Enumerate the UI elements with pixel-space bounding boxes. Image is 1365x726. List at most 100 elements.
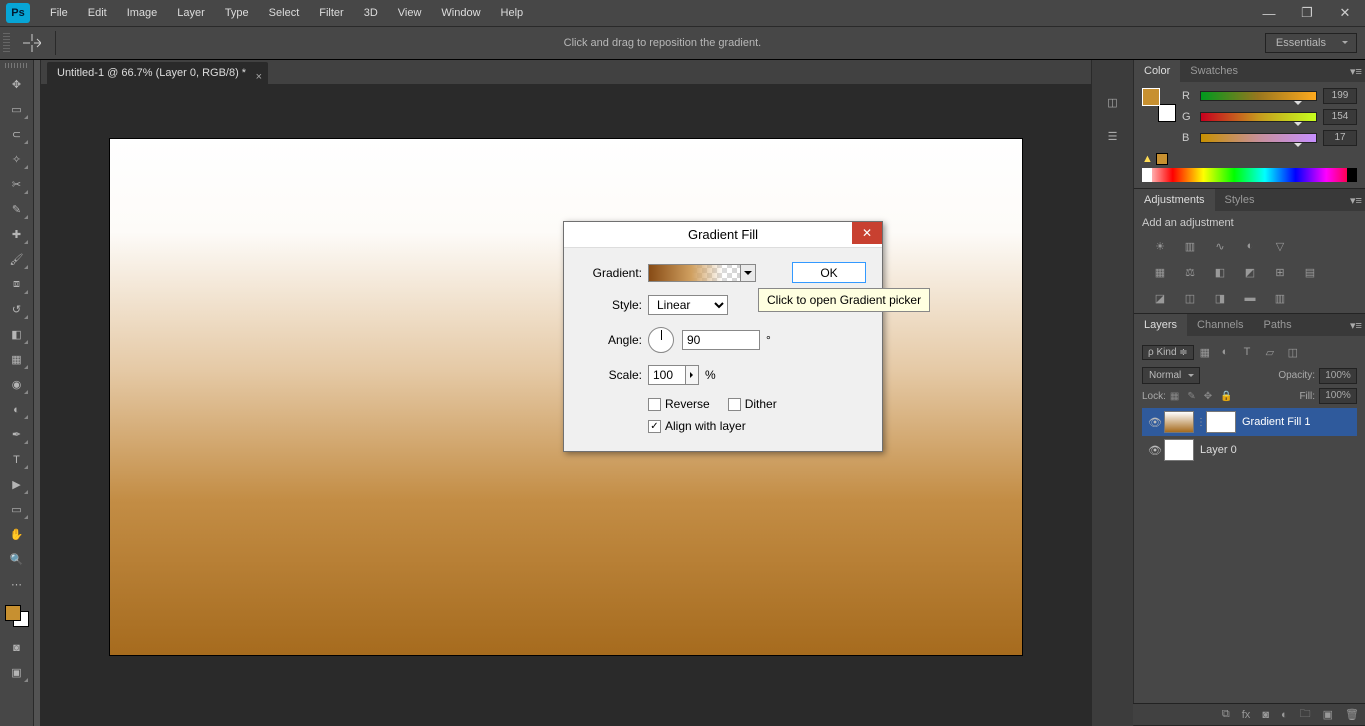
levels-icon[interactable]: ▥ (1180, 237, 1200, 255)
layer-row[interactable]: 👁 ⋮ Gradient Fill 1 (1142, 408, 1357, 436)
eraser-tool-icon[interactable]: ◧ (4, 323, 30, 346)
style-select[interactable]: Linear (648, 295, 728, 315)
menu-select[interactable]: Select (259, 0, 310, 27)
magic-wand-tool-icon[interactable]: ✧ (4, 148, 30, 171)
color-swatch[interactable] (1142, 88, 1176, 122)
hand-tool-icon[interactable]: ✋ (4, 523, 30, 546)
pen-tool-icon[interactable]: ✒ (4, 423, 30, 446)
scale-step-icon[interactable] (685, 365, 699, 385)
filter-kind[interactable]: ρ Kind ≑ (1142, 345, 1194, 360)
dither-checkbox[interactable]: Dither (728, 397, 777, 411)
gradient-dropdown-icon[interactable] (740, 264, 756, 282)
tab-color[interactable]: Color (1134, 60, 1180, 82)
menu-layer[interactable]: Layer (167, 0, 215, 27)
scale-input[interactable] (648, 365, 686, 385)
marquee-tool-icon[interactable]: ▭ (4, 98, 30, 121)
menu-image[interactable]: Image (117, 0, 168, 27)
lock-all-icon[interactable]: 🔒 (1220, 391, 1232, 402)
tab-channels[interactable]: Channels (1187, 314, 1253, 336)
vibrance-icon[interactable]: ▽ (1270, 237, 1290, 255)
g-value[interactable]: 154 (1323, 109, 1357, 125)
bw-icon[interactable]: ◧ (1210, 263, 1230, 281)
mask-icon[interactable]: ◙ (1262, 709, 1269, 721)
menu-file[interactable]: File (40, 0, 78, 27)
angle-input[interactable] (682, 330, 760, 350)
blur-tool-icon[interactable]: ◉ (4, 373, 30, 396)
menu-filter[interactable]: Filter (309, 0, 353, 27)
dodge-tool-icon[interactable]: ◐ (4, 398, 30, 421)
lookup-icon[interactable]: ▤ (1300, 263, 1320, 281)
lock-trans-icon[interactable]: ▦ (1170, 391, 1179, 402)
workspace-button[interactable]: Essentials (1265, 33, 1357, 53)
visibility-icon[interactable]: 👁 (1146, 444, 1164, 457)
fill-value[interactable]: 100% (1319, 388, 1357, 404)
window-close-icon[interactable]: ✕ (1331, 4, 1359, 22)
tab-styles[interactable]: Styles (1215, 189, 1265, 211)
layer-row[interactable]: 👁 Layer 0 (1142, 436, 1357, 464)
filter-adjust-icon[interactable]: ◐ (1222, 346, 1238, 360)
brightness-icon[interactable]: ☀ (1150, 237, 1170, 255)
stamp-tool-icon[interactable]: ⧈ (4, 273, 30, 296)
layer-name[interactable]: Gradient Fill 1 (1242, 416, 1310, 428)
more-tools-icon[interactable]: ⋯ (4, 573, 30, 596)
filter-type-icon[interactable]: T (1244, 346, 1260, 360)
tool-indicator-icon[interactable] (13, 34, 51, 52)
menu-help[interactable]: Help (491, 0, 534, 27)
layer-mask[interactable] (1206, 411, 1236, 433)
curves-icon[interactable]: ∿ (1210, 237, 1230, 255)
align-checkbox[interactable]: ✓Align with layer (648, 419, 746, 433)
r-value[interactable]: 199 (1323, 88, 1357, 104)
lock-pixels-icon[interactable]: ✎ (1187, 391, 1195, 402)
trash-icon[interactable]: 🗑 (1345, 708, 1359, 721)
balance-icon[interactable]: ⚖ (1180, 263, 1200, 281)
layer-thumb[interactable] (1164, 439, 1194, 461)
lock-pos-icon[interactable]: ✥ (1204, 391, 1212, 402)
gradient-picker[interactable] (648, 264, 756, 282)
grip-handle[interactable] (3, 33, 10, 53)
filter-smart-icon[interactable]: ◫ (1288, 346, 1304, 360)
gradient-tool-icon[interactable]: ▦ (4, 348, 30, 371)
menu-type[interactable]: Type (215, 0, 259, 27)
layer-thumb[interactable] (1164, 411, 1194, 433)
zoom-tool-icon[interactable]: 🔍 (4, 548, 30, 571)
group-icon[interactable]: 🗀 (1300, 705, 1311, 724)
gamut-warning-icon[interactable]: ▲ (1142, 153, 1153, 165)
history-panel-icon[interactable]: ◫ (1092, 88, 1133, 116)
filter-shape-icon[interactable]: ▱ (1266, 346, 1282, 360)
angle-dial[interactable] (648, 327, 674, 353)
properties-panel-icon[interactable]: ☰ (1092, 122, 1133, 150)
fx-icon[interactable]: fx (1242, 709, 1251, 721)
gradient-map-icon[interactable]: ▬ (1240, 289, 1260, 307)
history-brush-tool-icon[interactable]: ↺ (4, 298, 30, 321)
ok-button[interactable]: OK (792, 262, 866, 283)
type-tool-icon[interactable]: T (4, 448, 30, 471)
exposure-icon[interactable]: ◐ (1240, 237, 1260, 255)
reverse-checkbox[interactable]: Reverse (648, 397, 710, 411)
doc-handle[interactable] (34, 60, 41, 726)
quick-mask-icon[interactable]: ◙ (4, 636, 30, 659)
threshold-icon[interactable]: ◨ (1210, 289, 1230, 307)
panel-menu-icon[interactable]: ▾≡ (1347, 319, 1365, 332)
menu-view[interactable]: View (388, 0, 432, 27)
menu-edit[interactable]: Edit (78, 0, 117, 27)
selective-icon[interactable]: ▥ (1270, 289, 1290, 307)
g-slider[interactable] (1200, 112, 1317, 122)
panel-menu-icon[interactable]: ▾≡ (1347, 194, 1365, 207)
eyedropper-tool-icon[interactable]: ✎ (4, 198, 30, 221)
new-layer-icon[interactable]: ▣ (1323, 708, 1333, 721)
shape-tool-icon[interactable]: ▭ (4, 498, 30, 521)
filter-pixel-icon[interactable]: ▦ (1200, 346, 1216, 360)
dialog-close-button[interactable]: ✕ (852, 222, 882, 244)
photo-filter-icon[interactable]: ◩ (1240, 263, 1260, 281)
invert-icon[interactable]: ◪ (1150, 289, 1170, 307)
tools-grip[interactable] (5, 63, 29, 68)
window-restore-icon[interactable]: ❐ (1293, 4, 1321, 22)
link-layers-icon[interactable]: ⧉ (1222, 708, 1230, 721)
window-minimize-icon[interactable]: — (1255, 4, 1283, 22)
tab-layers[interactable]: Layers (1134, 314, 1187, 336)
hue-icon[interactable]: ▦ (1150, 263, 1170, 281)
lasso-tool-icon[interactable]: ⊂ (4, 123, 30, 146)
mixer-icon[interactable]: ⊞ (1270, 263, 1290, 281)
r-slider[interactable] (1200, 91, 1317, 101)
spectrum-ramp[interactable] (1142, 168, 1357, 182)
